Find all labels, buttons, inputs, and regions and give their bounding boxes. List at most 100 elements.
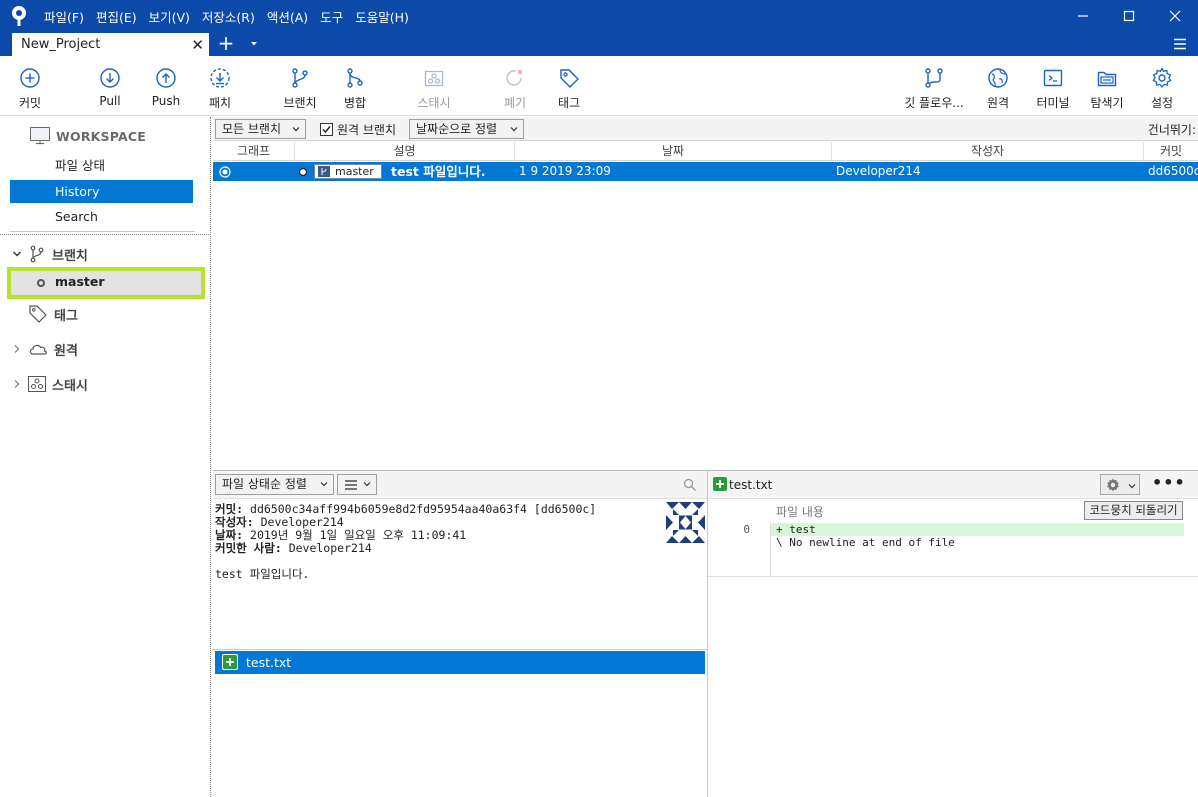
patch-icon	[210, 68, 230, 88]
diff-header: test.txt •••	[708, 471, 1198, 499]
new-tab-button[interactable]: +	[216, 32, 236, 56]
sidebar-group-tags[interactable]: 태그	[28, 302, 78, 326]
stash-label: 스태시	[417, 96, 451, 110]
sidebar-group-branches[interactable]: 브랜치	[12, 242, 88, 266]
patch-button[interactable]: 패치	[204, 66, 236, 114]
tag-icon	[29, 305, 47, 323]
discard-label: 폐기	[503, 96, 527, 110]
workspace-header: WORKSPACE	[30, 127, 146, 145]
diff-line-note: \ No newline at end of file	[776, 536, 955, 549]
sort-order-value: 날짜순으로 정렬	[416, 122, 498, 136]
pull-label: Pull	[99, 94, 121, 108]
branch-name: master	[55, 274, 105, 289]
chevron-down-icon	[1128, 484, 1136, 489]
tag-button[interactable]: 태그	[554, 66, 584, 114]
column-commit[interactable]: 커밋	[1144, 142, 1198, 161]
merge-button[interactable]: 병합	[340, 66, 370, 114]
sidebar-group-stashes[interactable]: 스태시	[12, 372, 88, 396]
column-graph[interactable]: 그래프	[213, 142, 295, 161]
divider	[0, 234, 211, 235]
settings-button[interactable]: 설정	[1148, 66, 1176, 114]
commit-button[interactable]: 커밋	[12, 66, 48, 114]
stash-button[interactable]: 스태시	[414, 66, 454, 114]
maximize-button[interactable]	[1106, 0, 1152, 32]
line-number: 0	[743, 523, 750, 536]
menu-file[interactable]: 파일(F)	[44, 7, 84, 26]
chevron-down-icon	[320, 482, 328, 487]
file-name: test.txt	[246, 655, 292, 670]
explorer-button[interactable]: 탐색기	[1086, 66, 1128, 114]
commit-date: 1 9 2019 23:09	[519, 164, 611, 178]
remote-button[interactable]: 원격	[984, 66, 1012, 114]
commit-author: Developer214	[836, 164, 921, 178]
sidebar-item-file-status[interactable]: 파일 상태	[10, 154, 193, 177]
branch-icon	[318, 166, 330, 177]
list-item-file[interactable]: test.txt	[215, 651, 705, 674]
search-icon[interactable]	[683, 478, 697, 492]
menu-view[interactable]: 보기(V)	[149, 7, 190, 26]
push-arrow-up-icon	[156, 68, 176, 88]
merge-icon	[347, 68, 363, 88]
branches-label: 브랜치	[52, 248, 88, 264]
menu-tools[interactable]: 도구	[320, 7, 343, 26]
sidebar-item-search[interactable]: Search	[10, 205, 193, 228]
file-status-toolbar: 파일 상태순 정렬	[213, 471, 707, 499]
column-date[interactable]: 날짜	[515, 142, 832, 161]
minimize-icon	[1078, 15, 1088, 17]
hamburger-menu-icon[interactable]	[1172, 36, 1188, 52]
commit-node-icon	[219, 166, 231, 178]
detail-commit-label: 커밋:	[215, 502, 244, 516]
table-row[interactable]: master test 파일입니다. 1 9 2019 23:09 Develo…	[213, 162, 1198, 181]
tab-new-project[interactable]: New_Project ✕	[12, 33, 209, 56]
chevron-right-icon	[14, 380, 20, 388]
sidebar-item-history[interactable]: History	[10, 180, 193, 203]
menu-bar: 파일(F) 편집(E) 보기(V) 저장소(R) 액션(A) 도구 도움말(H)	[44, 0, 421, 32]
tab-list-chevron-down-icon[interactable]	[248, 38, 260, 50]
detail-message: test 파일입니다.	[215, 567, 310, 581]
push-button[interactable]: Push	[148, 66, 184, 114]
file-sort-dropdown[interactable]: 파일 상태순 정렬	[215, 474, 334, 495]
menu-actions[interactable]: 액션(A)	[267, 7, 308, 26]
discard-button[interactable]: 폐기	[500, 66, 530, 114]
branch-filter-dropdown[interactable]: 모든 브랜치	[215, 119, 306, 139]
explorer-label: 탐색기	[1090, 96, 1124, 110]
settings-label: 설정	[1150, 96, 1174, 110]
pull-button[interactable]: Pull	[94, 66, 126, 114]
diff-options-button[interactable]	[1100, 474, 1140, 495]
detail-author: 작성자: Developer214	[215, 515, 344, 529]
detail-date-value: 2019년 9월 1일 일요일 오후 11:09:41	[250, 528, 467, 542]
main-toolbar: 커밋 Pull Push 패치 브랜치 병합 스태시 폐기 태그 깃 플로우..…	[0, 56, 1198, 116]
column-description[interactable]: 설명	[295, 142, 515, 161]
checkbox-checked[interactable]	[320, 123, 333, 136]
commit-details-panel: 커밋: dd6500c34aff994b6059e8d2fd95954aa40a…	[215, 500, 705, 648]
menu-help[interactable]: 도움말(H)	[355, 7, 409, 26]
git-flow-button[interactable]: 깃 플로우...	[902, 66, 966, 114]
history-filter-bar: 모든 브랜치 원격 브랜치 날짜순으로 정렬 건너뛰기:	[213, 117, 1198, 141]
pull-arrow-down-icon	[100, 68, 120, 88]
skip-label: 건너뛰기:	[1147, 123, 1196, 137]
tab-close-icon[interactable]: ✕	[191, 36, 204, 54]
detail-author-value: Developer214	[260, 515, 344, 529]
column-author[interactable]: 작성자	[832, 142, 1144, 161]
stash-icon	[424, 70, 444, 87]
terminal-label: 터미널	[1036, 96, 1070, 110]
sidebar-group-remotes[interactable]: 원격	[12, 337, 78, 361]
globe-icon	[988, 68, 1008, 88]
sort-order-dropdown[interactable]: 날짜순으로 정렬	[409, 119, 524, 139]
divider	[10, 231, 195, 232]
view-mode-dropdown[interactable]	[337, 474, 377, 495]
menu-repository[interactable]: 저장소(R)	[202, 7, 255, 26]
close-window-button[interactable]	[1152, 0, 1198, 32]
chevron-down-icon	[363, 482, 371, 487]
branch-button[interactable]: 브랜치	[280, 66, 320, 114]
more-options-icon[interactable]: •••	[1152, 473, 1186, 492]
sidebar-item-master-branch[interactable]: master	[7, 267, 205, 299]
minimize-button[interactable]	[1060, 0, 1106, 32]
detail-committer: 커밋한 사람: Developer214	[215, 541, 372, 555]
commit-plus-icon	[20, 68, 40, 88]
revert-hunk-button[interactable]: 코드뭉치 되돌리기	[1084, 501, 1183, 520]
menu-edit[interactable]: 편집(E)	[96, 7, 137, 26]
terminal-button[interactable]: 터미널	[1033, 66, 1073, 114]
remote-branches-checkbox[interactable]: 원격 브랜치	[320, 121, 396, 138]
detail-committer-label: 커밋한 사람:	[215, 541, 282, 555]
